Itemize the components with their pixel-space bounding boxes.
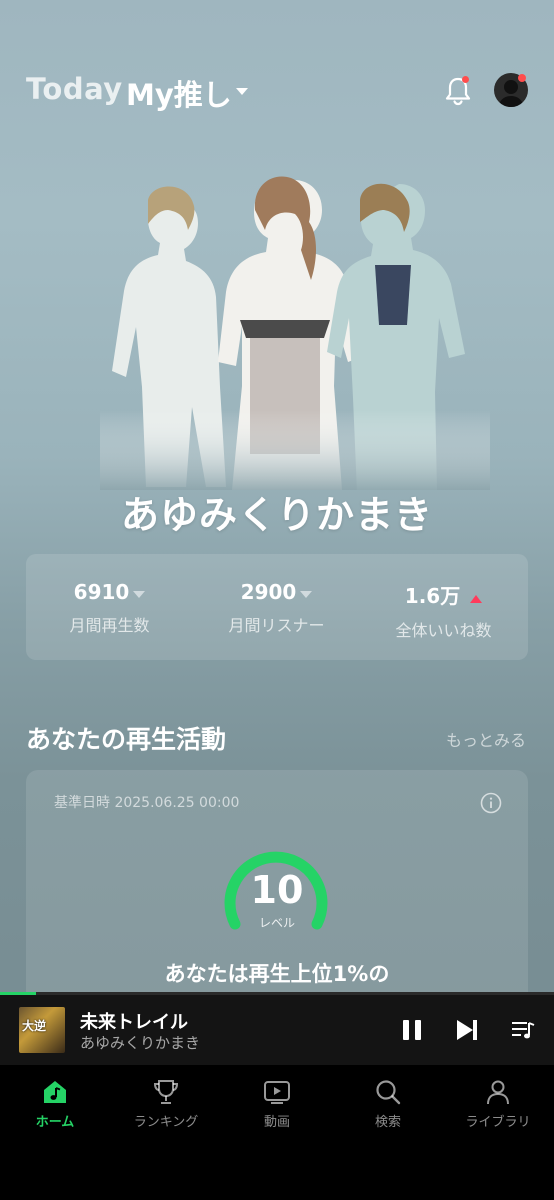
trend-up-icon (470, 594, 483, 603)
level-value: 10 (250, 868, 304, 912)
trend-down-icon (133, 591, 146, 598)
rank-text: あなたは再生上位1%の (164, 962, 390, 986)
stat-value: 1.6万 (404, 584, 461, 608)
artist-hero-image (100, 170, 490, 490)
person-icon (487, 1080, 509, 1105)
nav-library[interactable]: ライブラリ (443, 1077, 553, 1130)
top-header: Today My推し (0, 60, 554, 120)
nav-label: 検索 (374, 1115, 401, 1130)
info-icon[interactable] (480, 792, 502, 814)
stat-value: 6910 (73, 580, 130, 604)
song-title: 未来トレイル (80, 1012, 188, 1033)
stat-monthly-listeners: 2900 月間リスナー (193, 580, 360, 636)
mini-player[interactable]: 大逆 未来トレイル あゆみくりかまき (0, 995, 554, 1065)
stat-label: 月間リスナー (228, 616, 325, 635)
nav-label: ホーム (35, 1115, 75, 1130)
tab-my-oshi[interactable]: My推し (126, 72, 232, 114)
artist-stats-card: 6910 月間再生数 2900 月間リスナー 1.6万 全体いいね数 (26, 554, 528, 660)
tab-today[interactable]: Today (26, 72, 123, 106)
stat-value: 2900 (240, 580, 297, 604)
nav-label: ライブラリ (465, 1115, 531, 1130)
home-music-icon (44, 1081, 66, 1103)
nav-label: 動画 (263, 1115, 290, 1130)
section-title-play-activity: あなたの再生活動 (26, 725, 227, 754)
nav-search[interactable]: 検索 (333, 1077, 443, 1130)
trophy-icon (153, 1080, 179, 1104)
chevron-down-icon[interactable] (236, 88, 248, 95)
stat-label: 月間再生数 (69, 616, 150, 635)
nav-video[interactable]: 動画 (222, 1077, 332, 1130)
nav-home[interactable]: ホーム (0, 1077, 110, 1130)
search-icon (376, 1080, 401, 1105)
nav-label: ランキング (133, 1115, 199, 1130)
playlist-queue-icon[interactable] (510, 1017, 536, 1043)
album-art[interactable]: 大逆 (19, 1007, 65, 1053)
video-icon (264, 1081, 290, 1104)
play-activity-card[interactable]: 基準日時 2025.06.25 00:00 10 レベル あなたは再生上位1%の (26, 770, 528, 1030)
artist-name: あゆみくりかまき (120, 493, 433, 537)
stat-label: 全体いいね数 (395, 621, 492, 640)
see-more-link[interactable]: もっとみる (446, 727, 526, 751)
stat-monthly-plays: 6910 月間再生数 (26, 580, 193, 636)
notification-dot (462, 76, 469, 83)
trend-down-icon (300, 591, 313, 598)
song-artist: あゆみくりかまき (80, 1034, 201, 1052)
skip-next-icon[interactable] (454, 1017, 480, 1043)
album-art-text: 大逆 (22, 1019, 47, 1033)
home-screen: Today My推し あゆみくりかまき 6910 月間再生数 2900 月間リス… (0, 0, 554, 1200)
bottom-navigation: ホーム ランキング 動画 検索 ライブラリ (0, 1065, 554, 1200)
avatar-notification-dot (518, 74, 526, 82)
base-date: 基準日時 2025.06.25 00:00 (54, 795, 240, 811)
level-label: レベル (258, 916, 295, 930)
stat-total-likes: 1.6万 全体いいね数 (360, 580, 527, 641)
nav-ranking[interactable]: ランキング (111, 1077, 221, 1130)
pause-icon[interactable] (399, 1017, 425, 1043)
